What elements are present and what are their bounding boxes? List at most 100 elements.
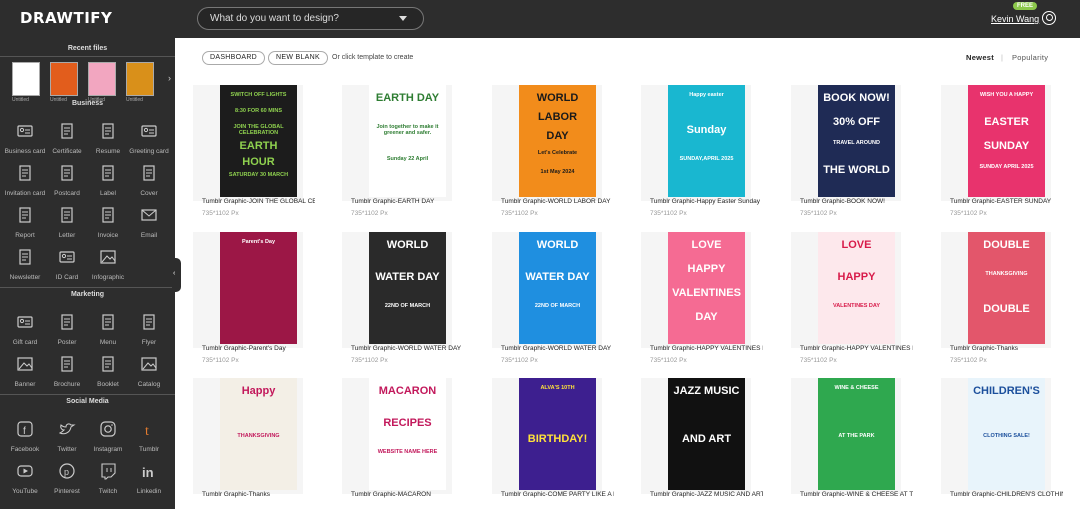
- chevron-right-icon[interactable]: ›: [168, 73, 171, 83]
- banner-icon[interactable]: [16, 355, 34, 373]
- certificate-icon[interactable]: [58, 122, 76, 140]
- template-title[interactable]: Tumblr Graphic-COME PARTY LIKE A ROCKSTA…: [501, 491, 614, 498]
- template-title[interactable]: Tumblr Graphic-Thanks: [950, 345, 1063, 352]
- user-avatar-icon[interactable]: [1042, 11, 1056, 25]
- template-title[interactable]: Tumblr Graphic-CHILDREN'S CLOTHING SALE: [950, 491, 1063, 498]
- template-card[interactable]: LOVE HAPPY VALENTINES DAY: [641, 232, 751, 348]
- template-card[interactable]: JAZZ MUSIC AND ART: [641, 378, 751, 494]
- label-icon[interactable]: [99, 164, 117, 182]
- newsletter-icon[interactable]: [16, 248, 34, 266]
- template-thumbnail[interactable]: Happy easter Sunday SUNDAY,APRIL 2025: [668, 85, 745, 197]
- template-thumbnail[interactable]: EARTH DAY Join together to make it greene…: [369, 85, 446, 197]
- template-thumbnail[interactable]: LOVE HAPPY VALENTINES DAY: [818, 232, 895, 344]
- email-icon[interactable]: [140, 206, 158, 224]
- template-thumbnail[interactable]: MACARON RECIPES WEBSITE NAME HERE: [369, 378, 446, 490]
- recent-file-thumbnail[interactable]: [88, 62, 116, 96]
- template-card[interactable]: WISH YOU A HAPPY EASTER SUNDAY SUNDAY APRIL…: [941, 85, 1051, 201]
- invoice-icon[interactable]: [99, 206, 117, 224]
- design-search-dropdown[interactable]: What do you want to design?: [197, 7, 424, 30]
- recent-file-thumbnail[interactable]: [126, 62, 154, 96]
- postcard-icon[interactable]: [58, 164, 76, 182]
- instagram-icon[interactable]: [99, 420, 117, 438]
- invitation-card-icon[interactable]: [16, 164, 34, 182]
- template-title[interactable]: Tumblr Graphic-JAZZ MUSIC AND ART: [650, 491, 763, 498]
- gift-card-icon[interactable]: [16, 313, 34, 331]
- template-thumbnail[interactable]: DOUBLE THANKSGIVING DOUBLE: [968, 232, 1045, 344]
- report-icon[interactable]: [16, 206, 34, 224]
- id-card-icon[interactable]: [58, 248, 76, 266]
- template-title[interactable]: Tumblr Graphic-Thanks: [202, 491, 315, 498]
- flyer-icon[interactable]: [140, 313, 158, 331]
- category-label-email[interactable]: Email: [119, 232, 179, 239]
- new-blank-button[interactable]: NEW BLANK: [268, 51, 328, 65]
- dashboard-button[interactable]: DASHBOARD: [202, 51, 266, 65]
- category-label-flyer[interactable]: Flyer: [119, 339, 179, 346]
- template-thumbnail[interactable]: SWITCH OFF LIGHTS 8:30 FOR 60 MINS JOIN TH…: [220, 85, 297, 197]
- linkedin-icon[interactable]: in: [140, 462, 158, 480]
- letter-icon[interactable]: [58, 206, 76, 224]
- template-title[interactable]: Tumblr Graphic-MACARON: [351, 491, 464, 498]
- user-name-link[interactable]: Kevin Wang: [991, 14, 1039, 24]
- template-card[interactable]: Parent's Day: [193, 232, 303, 348]
- template-title[interactable]: Tumblr Graphic-EASTER SUNDAY: [950, 198, 1063, 205]
- template-thumbnail[interactable]: Happy THANKSGIVING: [220, 378, 297, 490]
- category-label-cover[interactable]: Cover: [119, 190, 179, 197]
- template-title[interactable]: Tumblr Graphic-JOIN THE GLOBAL CELEBRATI…: [202, 198, 315, 205]
- template-thumbnail[interactable]: JAZZ MUSIC AND ART: [668, 378, 745, 490]
- template-title[interactable]: Tumblr Graphic-WINE & CHEESE AT THE PARK: [800, 491, 913, 498]
- category-label-tumblr[interactable]: Tumblr: [119, 446, 179, 453]
- template-card[interactable]: EARTH DAY Join together to make it greene…: [342, 85, 452, 201]
- category-label-greeting-card[interactable]: Greeting card: [119, 148, 179, 155]
- collapse-sidebar-handle[interactable]: ‹: [172, 258, 181, 292]
- template-card[interactable]: WINE & CHEESE AT THE PARK: [791, 378, 901, 494]
- template-thumbnail[interactable]: BOOK NOW! 30% OFF TRAVEL AROUND THE WORLD: [818, 85, 895, 197]
- template-card[interactable]: Happy easter Sunday SUNDAY,APRIL 2025: [641, 85, 751, 201]
- template-card[interactable]: LOVE HAPPY VALENTINES DAY: [791, 232, 901, 348]
- template-title[interactable]: Tumblr Graphic-HAPPY VALENTINES DAY: [800, 345, 913, 352]
- tumblr-icon[interactable]: t: [140, 420, 158, 438]
- template-thumbnail[interactable]: WORLD WATER DAY 22ND OF MARCH: [519, 232, 596, 344]
- template-title[interactable]: Tumblr Graphic-WORLD WATER DAY: [501, 345, 614, 352]
- template-card[interactable]: Happy THANKSGIVING: [193, 378, 303, 494]
- template-title[interactable]: Tumblr Graphic-BOOK NOW!: [800, 198, 913, 205]
- booklet-icon[interactable]: [99, 355, 117, 373]
- template-title[interactable]: Tumblr Graphic-Happy Easter Sunday: [650, 198, 763, 205]
- sort-newest[interactable]: Newest: [966, 53, 994, 62]
- recent-file-thumbnail[interactable]: [50, 62, 78, 96]
- template-title[interactable]: Tumblr Graphic-WORLD LABOR DAY: [501, 198, 614, 205]
- sort-popularity[interactable]: Popularity: [1012, 53, 1048, 62]
- category-label-catalog[interactable]: Catalog: [119, 381, 179, 388]
- template-title[interactable]: Tumblr Graphic-EARTH DAY: [351, 198, 464, 205]
- template-thumbnail[interactable]: Parent's Day: [220, 232, 297, 344]
- template-thumbnail[interactable]: WISH YOU A HAPPY EASTER SUNDAY SUNDAY APRIL…: [968, 85, 1045, 197]
- template-thumbnail[interactable]: WORLD WATER DAY 22ND OF MARCH: [369, 232, 446, 344]
- template-title[interactable]: Tumblr Graphic-Parent's Day: [202, 345, 315, 352]
- template-thumbnail[interactable]: WORLD LABOR DAY Let's Celebrate 1st May 2024: [519, 85, 596, 197]
- template-thumbnail[interactable]: WINE & CHEESE AT THE PARK: [818, 378, 895, 490]
- twitter-icon[interactable]: [58, 420, 76, 438]
- template-card[interactable]: WORLD WATER DAY 22ND OF MARCH: [342, 232, 452, 348]
- recent-file-thumbnail[interactable]: [12, 62, 40, 96]
- cover-icon[interactable]: [140, 164, 158, 182]
- template-card[interactable]: SWITCH OFF LIGHTS 8:30 FOR 60 MINS JOIN TH…: [193, 85, 303, 201]
- twitch-icon[interactable]: [99, 462, 117, 480]
- template-card[interactable]: BOOK NOW! 30% OFF TRAVEL AROUND THE WORLD: [791, 85, 901, 201]
- template-card[interactable]: MACARON RECIPES WEBSITE NAME HERE: [342, 378, 452, 494]
- pinterest-icon[interactable]: p: [58, 462, 76, 480]
- template-title[interactable]: Tumblr Graphic-HAPPY VALENTINES DAY: [650, 345, 763, 352]
- template-thumbnail[interactable]: LOVE HAPPY VALENTINES DAY: [668, 232, 745, 344]
- template-title[interactable]: Tumblr Graphic-WORLD WATER DAY: [351, 345, 464, 352]
- category-label-linkedin[interactable]: Linkedin: [119, 488, 179, 495]
- facebook-icon[interactable]: f: [16, 420, 34, 438]
- template-card[interactable]: DOUBLE THANKSGIVING DOUBLE: [941, 232, 1051, 348]
- app-logo[interactable]: DRAWTIFY: [20, 9, 112, 27]
- category-label-infographic[interactable]: Infographic: [78, 274, 138, 281]
- brochure-icon[interactable]: [58, 355, 76, 373]
- template-card[interactable]: ALVA'S 10TH BIRTHDAY!: [492, 378, 602, 494]
- template-card[interactable]: CHILDREN'S CLOTHING SALE!: [941, 378, 1051, 494]
- catalog-icon[interactable]: [140, 355, 158, 373]
- greeting-card-icon[interactable]: [140, 122, 158, 140]
- template-thumbnail[interactable]: ALVA'S 10TH BIRTHDAY!: [519, 378, 596, 490]
- business-card-icon[interactable]: [16, 122, 34, 140]
- template-card[interactable]: WORLD LABOR DAY Let's Celebrate 1st May 2024: [492, 85, 602, 201]
